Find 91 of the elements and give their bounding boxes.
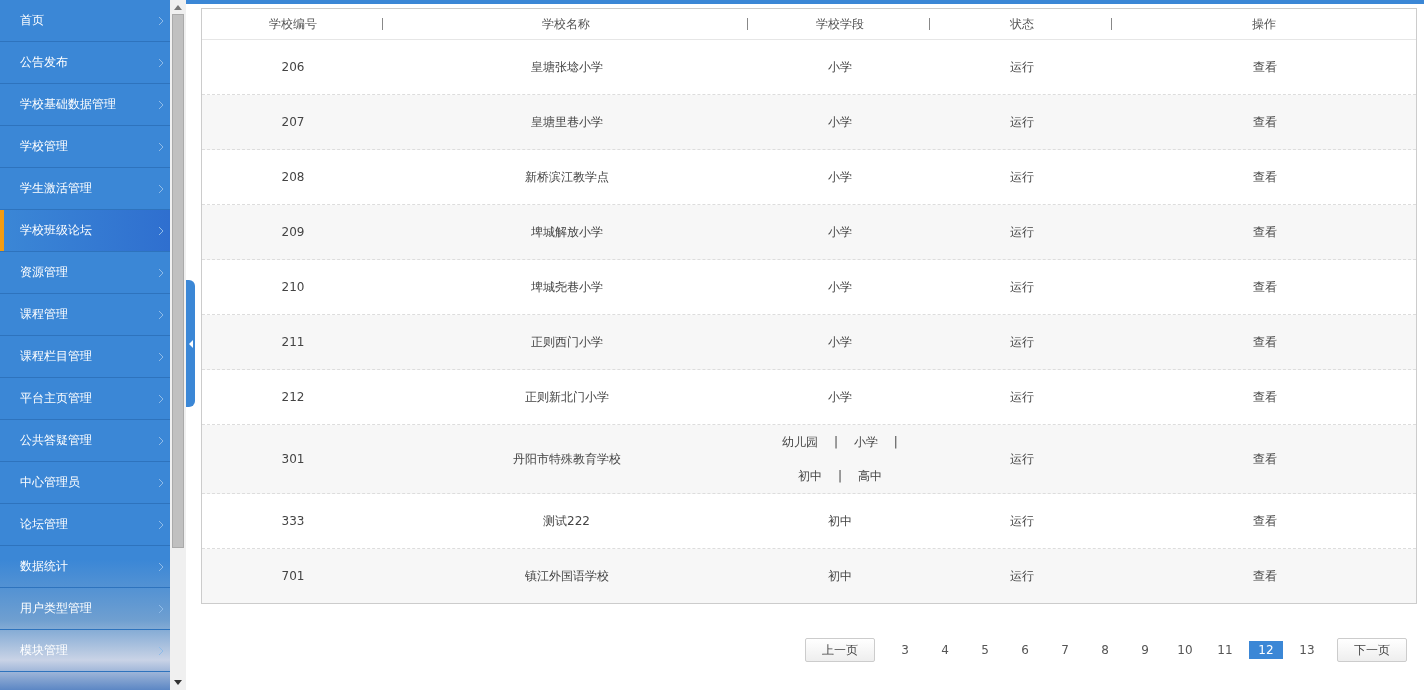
- table-cell-text: 埤城解放小学: [529, 223, 604, 241]
- view-link[interactable]: 查看: [1252, 389, 1277, 404]
- chevron-icon: [158, 561, 164, 572]
- page-link[interactable]: 11: [1209, 641, 1241, 659]
- view-link[interactable]: 查看: [1252, 224, 1277, 239]
- table-cell-text: 正则西门小学: [529, 333, 604, 351]
- table-cell-text: 701: [280, 569, 306, 583]
- table-cell-text: 镇江外国语学校: [523, 567, 610, 585]
- view-link[interactable]: 查看: [1252, 513, 1277, 528]
- page-link[interactable]: 7: [1049, 641, 1081, 659]
- scrollbar[interactable]: [170, 0, 186, 690]
- table-cell-text: 运行: [1009, 113, 1035, 131]
- table-cell-text: 幼儿园 | 小学 | 初中 | 高中: [781, 434, 899, 485]
- scroll-up-icon[interactable]: [174, 4, 182, 10]
- chevron-icon: [158, 57, 164, 68]
- view-link[interactable]: 查看: [1252, 114, 1277, 129]
- table-cell-text: 埤城尧巷小学: [529, 278, 604, 296]
- table-cell-text: 小学: [827, 389, 853, 406]
- page-link[interactable]: 5: [969, 641, 1001, 659]
- table-cell-text: 211: [280, 335, 306, 349]
- table-cell-text: 运行: [1009, 512, 1035, 530]
- chevron-icon: [158, 477, 164, 488]
- view-link[interactable]: 查看: [1252, 451, 1277, 466]
- table-cell-text: 206: [280, 60, 306, 74]
- table-cell-text: 皇塘里巷小学: [529, 113, 604, 131]
- table-cell-text: 210: [280, 280, 306, 294]
- column-header: 学校学段: [815, 16, 864, 31]
- table-cell-text: 运行: [1009, 168, 1035, 186]
- column-header: 学校名称: [542, 16, 590, 31]
- next-page-button[interactable]: 下一页: [1337, 638, 1407, 662]
- table-cell-text: 小学: [827, 169, 853, 186]
- page-link[interactable]: 3: [889, 641, 921, 659]
- page-link[interactable]: 9: [1129, 641, 1161, 659]
- collapse-handle[interactable]: [186, 280, 195, 407]
- view-link[interactable]: 查看: [1252, 59, 1277, 74]
- table-cell-text: 运行: [1009, 388, 1035, 406]
- chevron-icon: [158, 393, 164, 404]
- prev-page-button[interactable]: 上一页: [805, 638, 875, 662]
- page-link[interactable]: 4: [929, 641, 961, 659]
- table-cell-text: 皇塘张埝小学: [529, 58, 604, 76]
- view-link[interactable]: 查看: [1252, 279, 1277, 294]
- view-link[interactable]: 查看: [1252, 568, 1277, 583]
- table-cell-text: 333: [280, 514, 306, 528]
- page-link[interactable]: 6: [1009, 641, 1041, 659]
- table-cell-text: 丹阳市特殊教育学校: [511, 450, 622, 468]
- chevron-icon: [158, 141, 164, 152]
- table-cell-text: 测试222: [542, 512, 591, 530]
- column-header: 状态: [1009, 16, 1034, 31]
- table-cell-text: 小学: [827, 334, 853, 351]
- chevron-icon: [158, 645, 164, 656]
- chevron-icon: [158, 435, 164, 446]
- scrollbar-thumb[interactable]: [172, 14, 184, 548]
- table-cell-text: 运行: [1009, 333, 1035, 351]
- chevron-icon: [158, 15, 164, 26]
- chevron-icon: [158, 99, 164, 110]
- table-cell-text: 新桥滨江教学点: [523, 168, 610, 186]
- table-cell-text: 运行: [1009, 278, 1035, 296]
- chevron-icon: [158, 519, 164, 530]
- chevron-icon: [158, 351, 164, 362]
- table-cell-text: 正则新北门小学: [523, 388, 610, 406]
- table-cell-text: 小学: [827, 224, 853, 241]
- table-cell-text: 运行: [1009, 58, 1035, 76]
- caret-icon: [188, 339, 193, 348]
- view-link[interactable]: 查看: [1252, 169, 1277, 184]
- table-cell-text: 212: [280, 390, 306, 404]
- column-header: 操作: [1252, 16, 1276, 31]
- chevron-icon: [158, 183, 164, 194]
- page-link[interactable]: 10: [1169, 641, 1201, 659]
- sidebar-item[interactable]: 学校班级论坛: [0, 210, 170, 252]
- chevron-icon: [158, 225, 164, 236]
- page-link[interactable]: 8: [1089, 641, 1121, 659]
- table-cell-text: 运行: [1009, 223, 1035, 241]
- table-cell-text: 207: [280, 115, 306, 129]
- table-cell-text: 小学: [827, 114, 853, 131]
- scroll-down-icon[interactable]: [174, 680, 182, 686]
- table-cell-text: 运行: [1009, 450, 1035, 468]
- page-link[interactable]: 13: [1291, 641, 1323, 659]
- table-cell-text: 小学: [827, 279, 853, 296]
- view-link[interactable]: 查看: [1252, 334, 1277, 349]
- table-cell-text: 小学: [827, 59, 853, 76]
- table-cell-text: 209: [280, 225, 306, 239]
- table-cell-text: 初中: [827, 568, 853, 585]
- table-cell-text: 运行: [1009, 567, 1035, 585]
- chevron-icon: [158, 267, 164, 278]
- table-cell-text: 208: [280, 170, 306, 184]
- column-header: 学校编号: [268, 16, 317, 31]
- table-cell-text: 初中: [827, 513, 853, 530]
- page-link[interactable]: 12: [1249, 641, 1283, 659]
- table-cell-text: 301: [280, 452, 306, 466]
- chevron-icon: [158, 309, 164, 320]
- chevron-icon: [158, 603, 164, 614]
